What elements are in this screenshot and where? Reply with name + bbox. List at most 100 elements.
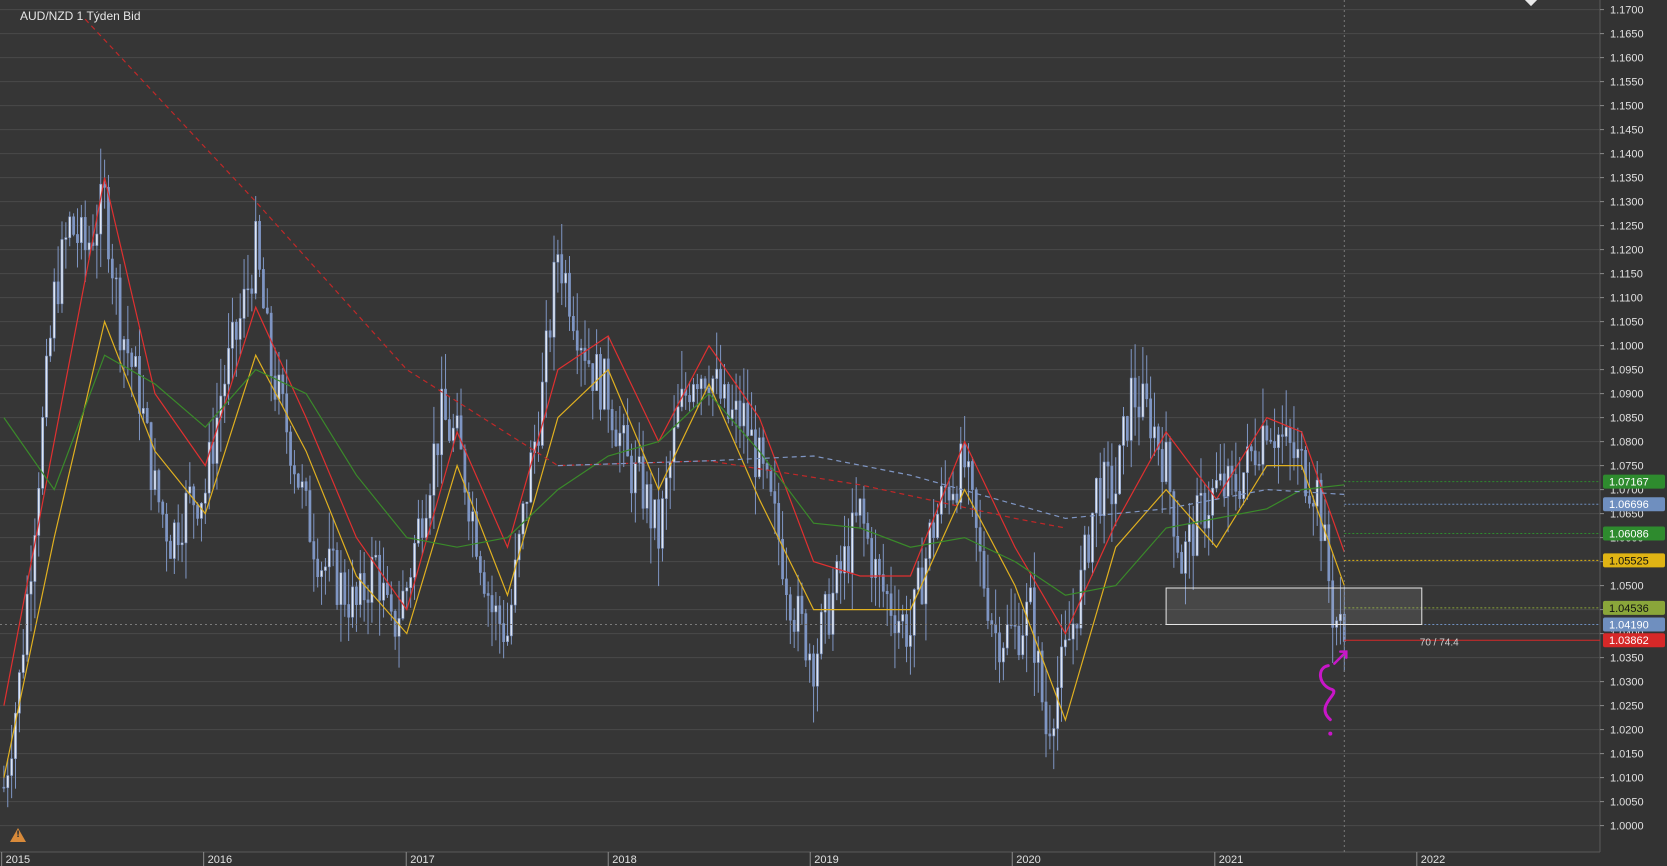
candle-body xyxy=(1207,514,1211,529)
candle-body xyxy=(994,623,998,634)
y-tick-label: 1.1650 xyxy=(1610,29,1644,41)
x-axis-panel xyxy=(0,852,1600,866)
candle-body xyxy=(1052,728,1056,737)
y-tick-label: 1.0250 xyxy=(1610,701,1644,713)
candle-body xyxy=(448,419,451,441)
candle-body xyxy=(1091,512,1094,563)
candle-body xyxy=(916,567,920,590)
candle-body xyxy=(293,465,296,475)
candle-body xyxy=(366,599,370,603)
candle-body xyxy=(788,594,792,621)
candle-body xyxy=(1249,446,1253,452)
candle-body xyxy=(324,566,327,571)
candle-body xyxy=(645,484,649,509)
candle-body xyxy=(812,653,815,687)
y-tick-label: 1.0750 xyxy=(1610,461,1644,473)
candle-body xyxy=(203,492,207,504)
candle-body xyxy=(726,384,730,419)
y-tick-label: 1.1200 xyxy=(1610,245,1644,257)
candle-body xyxy=(498,605,502,624)
candle-body xyxy=(29,581,33,595)
candle-body xyxy=(1060,646,1063,688)
candle-body xyxy=(1269,439,1273,442)
candle-body xyxy=(386,582,389,595)
candle-body xyxy=(87,242,91,251)
candle-body xyxy=(909,635,912,647)
candle-body xyxy=(1273,441,1276,448)
candle-body xyxy=(1033,587,1036,663)
candle-body xyxy=(1160,449,1164,483)
candle-body xyxy=(1265,425,1269,441)
candle-body xyxy=(541,381,544,446)
candle-body xyxy=(1118,445,1121,495)
candle-body xyxy=(234,321,238,340)
candle-body xyxy=(560,254,564,284)
price-chart[interactable]: 1.1700 1.1650 1.1600 1.1550 1.1500 1.1450 1.14… xyxy=(0,0,1667,866)
candle-body xyxy=(699,378,703,390)
candle-body xyxy=(1242,472,1245,499)
candle-body xyxy=(494,605,498,613)
candle-body xyxy=(874,558,877,578)
candle-body xyxy=(506,635,509,642)
candle-body xyxy=(110,258,114,279)
candle-body xyxy=(653,499,657,529)
candle-body xyxy=(1199,492,1203,496)
candle-body xyxy=(153,470,157,490)
candle-body xyxy=(1048,733,1052,737)
candle-body xyxy=(114,277,118,280)
candle-body xyxy=(738,400,742,427)
candle-body xyxy=(308,490,312,542)
candle-body xyxy=(126,339,130,354)
candle-body xyxy=(742,402,746,427)
candle-body xyxy=(548,330,552,338)
candle-body xyxy=(238,318,242,340)
candle-body xyxy=(633,462,637,494)
candle-body xyxy=(804,613,808,661)
candle-body xyxy=(254,221,258,294)
y-axis: 1.1700 1.1650 1.1600 1.1550 1.1500 1.1450 1.14… xyxy=(1599,0,1667,866)
candle-body xyxy=(564,272,567,284)
candle-body xyxy=(502,623,505,642)
candle-body xyxy=(843,546,846,574)
candle-body xyxy=(246,288,250,291)
candle-body xyxy=(188,486,192,494)
candle-body xyxy=(839,561,843,574)
candle-body xyxy=(1017,625,1021,656)
x-tick-label: 2016 xyxy=(208,854,232,866)
candle-body xyxy=(1180,552,1183,574)
candle-body xyxy=(351,586,354,618)
candle-body xyxy=(951,493,955,501)
candle-body xyxy=(719,368,722,399)
candle-body xyxy=(1257,464,1261,466)
candle-body xyxy=(602,358,606,410)
y-tick-label: 1.0050 xyxy=(1610,797,1644,809)
y-tick-label: 1.0100 xyxy=(1610,773,1644,785)
candle-body xyxy=(854,512,858,516)
y-tick-label: 1.0800 xyxy=(1610,437,1644,449)
candle-body xyxy=(858,498,862,516)
candle-body xyxy=(707,387,711,394)
y-tick-label: 1.0150 xyxy=(1610,749,1644,761)
y-tick-label: 1.1000 xyxy=(1610,341,1644,353)
candle-body xyxy=(947,486,951,501)
candle-body xyxy=(974,489,978,528)
candle-body xyxy=(455,415,459,429)
candle-body xyxy=(262,269,265,309)
candle-body xyxy=(510,604,513,637)
candle-body xyxy=(544,330,548,383)
candle-body xyxy=(1098,477,1102,516)
candle-body xyxy=(265,307,269,314)
candle-body xyxy=(1280,434,1284,437)
candle-body xyxy=(734,400,738,411)
candle-body xyxy=(451,427,455,441)
y-tick-label: 1.1400 xyxy=(1610,149,1644,161)
candle-body xyxy=(521,503,525,535)
candle-body xyxy=(68,216,72,238)
candle-body xyxy=(862,498,866,524)
candle-body xyxy=(1218,473,1222,481)
candle-body xyxy=(45,355,48,418)
candle-body xyxy=(610,409,614,431)
candle-body xyxy=(1110,465,1114,505)
candle-body xyxy=(664,477,668,499)
warning-icon[interactable]: ! xyxy=(10,828,26,842)
